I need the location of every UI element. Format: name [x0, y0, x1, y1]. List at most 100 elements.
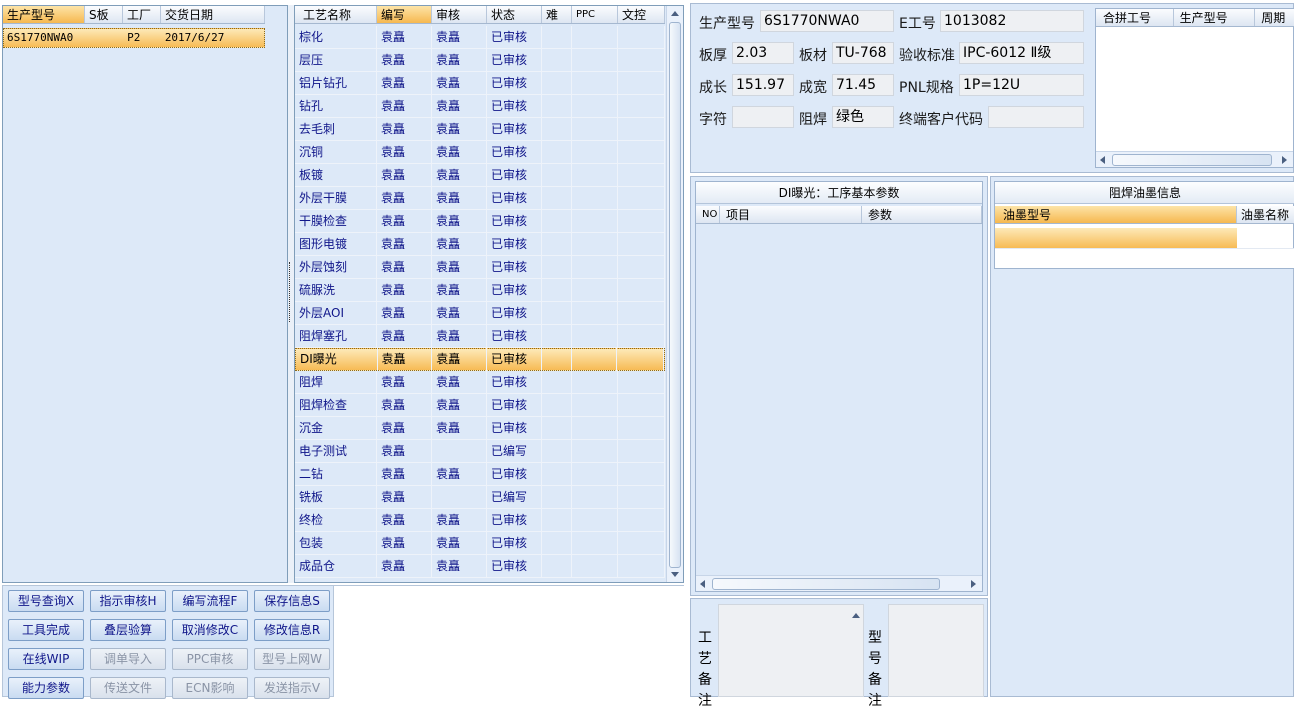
scroll-right-arrow[interactable]: [1282, 156, 1287, 164]
process-row[interactable]: 成品仓 袁矗 袁矗 已审核: [295, 554, 665, 578]
col-merge-cycle[interactable]: 周期: [1255, 9, 1294, 26]
col-reviewer[interactable]: 审核: [432, 6, 487, 23]
process-row[interactable]: 干膜检查 袁矗 袁矗 已审核: [295, 209, 665, 233]
col-doc-control[interactable]: 文控: [618, 6, 665, 23]
action-button[interactable]: 调单导入: [90, 648, 166, 670]
process-row[interactable]: 外层蚀刻 袁矗 袁矗 已审核: [295, 255, 665, 279]
model-field[interactable]: 6S1770NWA0: [760, 10, 894, 32]
scroll-thumb[interactable]: [712, 578, 940, 590]
action-button[interactable]: 工具完成: [8, 619, 84, 641]
model-note-textarea[interactable]: [888, 604, 984, 697]
scroll-thumb[interactable]: [1112, 154, 1272, 166]
process-row[interactable]: 阻焊 袁矗 袁矗 已审核: [295, 370, 665, 394]
cell-empty: [618, 94, 665, 118]
col-date[interactable]: 交货日期: [161, 6, 265, 23]
model-row[interactable]: 6S1770NWA0 P2 2017/6/27: [3, 28, 265, 48]
action-button[interactable]: ECN影响: [172, 677, 248, 699]
cell-writer: 袁矗: [377, 324, 432, 348]
process-row[interactable]: 外层AOI 袁矗 袁矗 已审核: [295, 301, 665, 325]
col-merge-model[interactable]: 生产型号: [1174, 9, 1256, 26]
process-row[interactable]: 阻焊塞孔 袁矗 袁矗 已审核: [295, 324, 665, 348]
cell-writer: 袁矗: [377, 209, 432, 233]
process-row[interactable]: 阻焊检查 袁矗 袁矗 已审核: [295, 393, 665, 417]
action-button[interactable]: 型号上网W: [254, 648, 330, 670]
col-item[interactable]: 项目: [720, 206, 862, 223]
action-button[interactable]: 传送文件: [90, 677, 166, 699]
action-button[interactable]: 在线WIP: [8, 648, 84, 670]
scroll-up-arrow[interactable]: [671, 11, 679, 16]
e-no-field[interactable]: 1013082: [940, 10, 1084, 32]
width-field[interactable]: 71.45: [832, 74, 894, 96]
col-ink-model[interactable]: 油墨型号: [995, 206, 1237, 223]
col-param[interactable]: 参数: [862, 206, 982, 223]
process-grid[interactable]: 工艺名称 编写 审核 状态 难 PPC 文控 棕化 袁矗 袁矗 已审核 层压 袁矗 袁矗 已审…: [294, 5, 684, 583]
process-row[interactable]: 二钻 袁矗 袁矗 已审核: [295, 462, 665, 486]
process-row[interactable]: 层压 袁矗 袁矗 已审核: [295, 48, 665, 72]
action-button[interactable]: 保存信息S: [254, 590, 330, 612]
action-button[interactable]: 发送指示V: [254, 677, 330, 699]
action-button[interactable]: 指示审核H: [90, 590, 166, 612]
col-merge-no[interactable]: 合拼工号: [1096, 9, 1174, 26]
col-ink-name[interactable]: 油墨名称: [1237, 206, 1294, 223]
action-button[interactable]: 型号查询X: [8, 590, 84, 612]
col-ppc[interactable]: PPC: [572, 6, 618, 23]
col-process-name[interactable]: 工艺名称: [295, 6, 377, 23]
process-row[interactable]: 终检 袁矗 袁矗 已审核: [295, 508, 665, 532]
col-factory[interactable]: 工厂: [123, 6, 161, 23]
process-row[interactable]: 沉铜 袁矗 袁矗 已审核: [295, 140, 665, 164]
col-status[interactable]: 状态: [487, 6, 542, 23]
process-row[interactable]: 棕化 袁矗 袁矗 已审核: [295, 25, 665, 49]
cell-empty: [618, 554, 665, 578]
material-field[interactable]: TU-768: [832, 42, 894, 64]
ink-row[interactable]: [995, 228, 1237, 248]
process-row[interactable]: 图形电镀 袁矗 袁矗 已审核: [295, 232, 665, 256]
process-note-textarea[interactable]: [718, 604, 864, 697]
di-hscroll[interactable]: [696, 575, 982, 591]
di-params-grid[interactable]: DI曝光：工序基本参数 NO 项目 参数: [695, 181, 983, 592]
action-button[interactable]: 能力参数: [8, 677, 84, 699]
process-row[interactable]: 板镀 袁矗 袁矗 已审核: [295, 163, 665, 187]
process-row[interactable]: 铣板 袁矗 已编写: [295, 485, 665, 509]
scroll-right-arrow[interactable]: [971, 580, 976, 588]
cell-empty: [618, 393, 665, 417]
action-button[interactable]: 叠层验算: [90, 619, 166, 641]
process-row[interactable]: 包装 袁矗 袁矗 已审核: [295, 531, 665, 555]
col-s[interactable]: S板: [85, 6, 123, 23]
process-row[interactable]: 沉金 袁矗 袁矗 已审核: [295, 416, 665, 440]
solder-mask-field[interactable]: 绿色: [832, 106, 894, 128]
process-row[interactable]: 电子测试 袁矗 已编写: [295, 439, 665, 463]
scroll-left-arrow[interactable]: [1100, 156, 1105, 164]
scroll-up-arrow[interactable]: [852, 613, 860, 618]
action-button[interactable]: 取消修改C: [172, 619, 248, 641]
action-button[interactable]: 修改信息R: [254, 619, 330, 641]
process-scrollbar[interactable]: [666, 6, 683, 582]
ink-grid[interactable]: 阻焊油墨信息 油墨型号 油墨名称: [994, 181, 1294, 269]
customer-code-field[interactable]: [988, 106, 1084, 128]
process-row[interactable]: 外层干膜 袁矗 袁矗 已审核: [295, 186, 665, 210]
merge-hscroll[interactable]: [1096, 151, 1293, 167]
process-row[interactable]: 去毛刺 袁矗 袁矗 已审核: [295, 117, 665, 141]
col-difficulty[interactable]: 难: [542, 6, 572, 23]
process-note-label: 工艺备注: [698, 630, 712, 709]
process-row[interactable]: 铝片钻孔 袁矗 袁矗 已审核: [295, 71, 665, 95]
action-button[interactable]: PPC审核: [172, 648, 248, 670]
action-button[interactable]: 编写流程F: [172, 590, 248, 612]
cell-empty: [542, 232, 572, 256]
scroll-thumb[interactable]: [669, 22, 681, 568]
model-grid[interactable]: 生产型号 S板 工厂 交货日期 6S1770NWA0 P2 2017/6/27: [2, 5, 288, 583]
pnl-field[interactable]: 1P=12U: [959, 74, 1084, 96]
scroll-down-arrow[interactable]: [671, 572, 679, 577]
standard-field[interactable]: IPC-6012 Ⅱ级: [959, 42, 1084, 64]
char-field[interactable]: [732, 106, 794, 128]
process-row[interactable]: DI曝光 袁矗 袁矗 已审核: [295, 348, 665, 371]
cell-reviewer: 袁矗: [432, 163, 487, 187]
merge-grid[interactable]: 合拼工号 生产型号 周期: [1095, 8, 1294, 168]
process-row[interactable]: 硫脲洗 袁矗 袁矗 已审核: [295, 278, 665, 302]
thickness-field[interactable]: 2.03: [732, 42, 794, 64]
col-no[interactable]: NO: [696, 206, 720, 223]
length-field[interactable]: 151.97: [732, 74, 794, 96]
col-writer[interactable]: 编写: [377, 6, 432, 23]
process-row[interactable]: 钻孔 袁矗 袁矗 已审核: [295, 94, 665, 118]
col-model[interactable]: 生产型号: [3, 6, 85, 23]
scroll-left-arrow[interactable]: [700, 580, 705, 588]
